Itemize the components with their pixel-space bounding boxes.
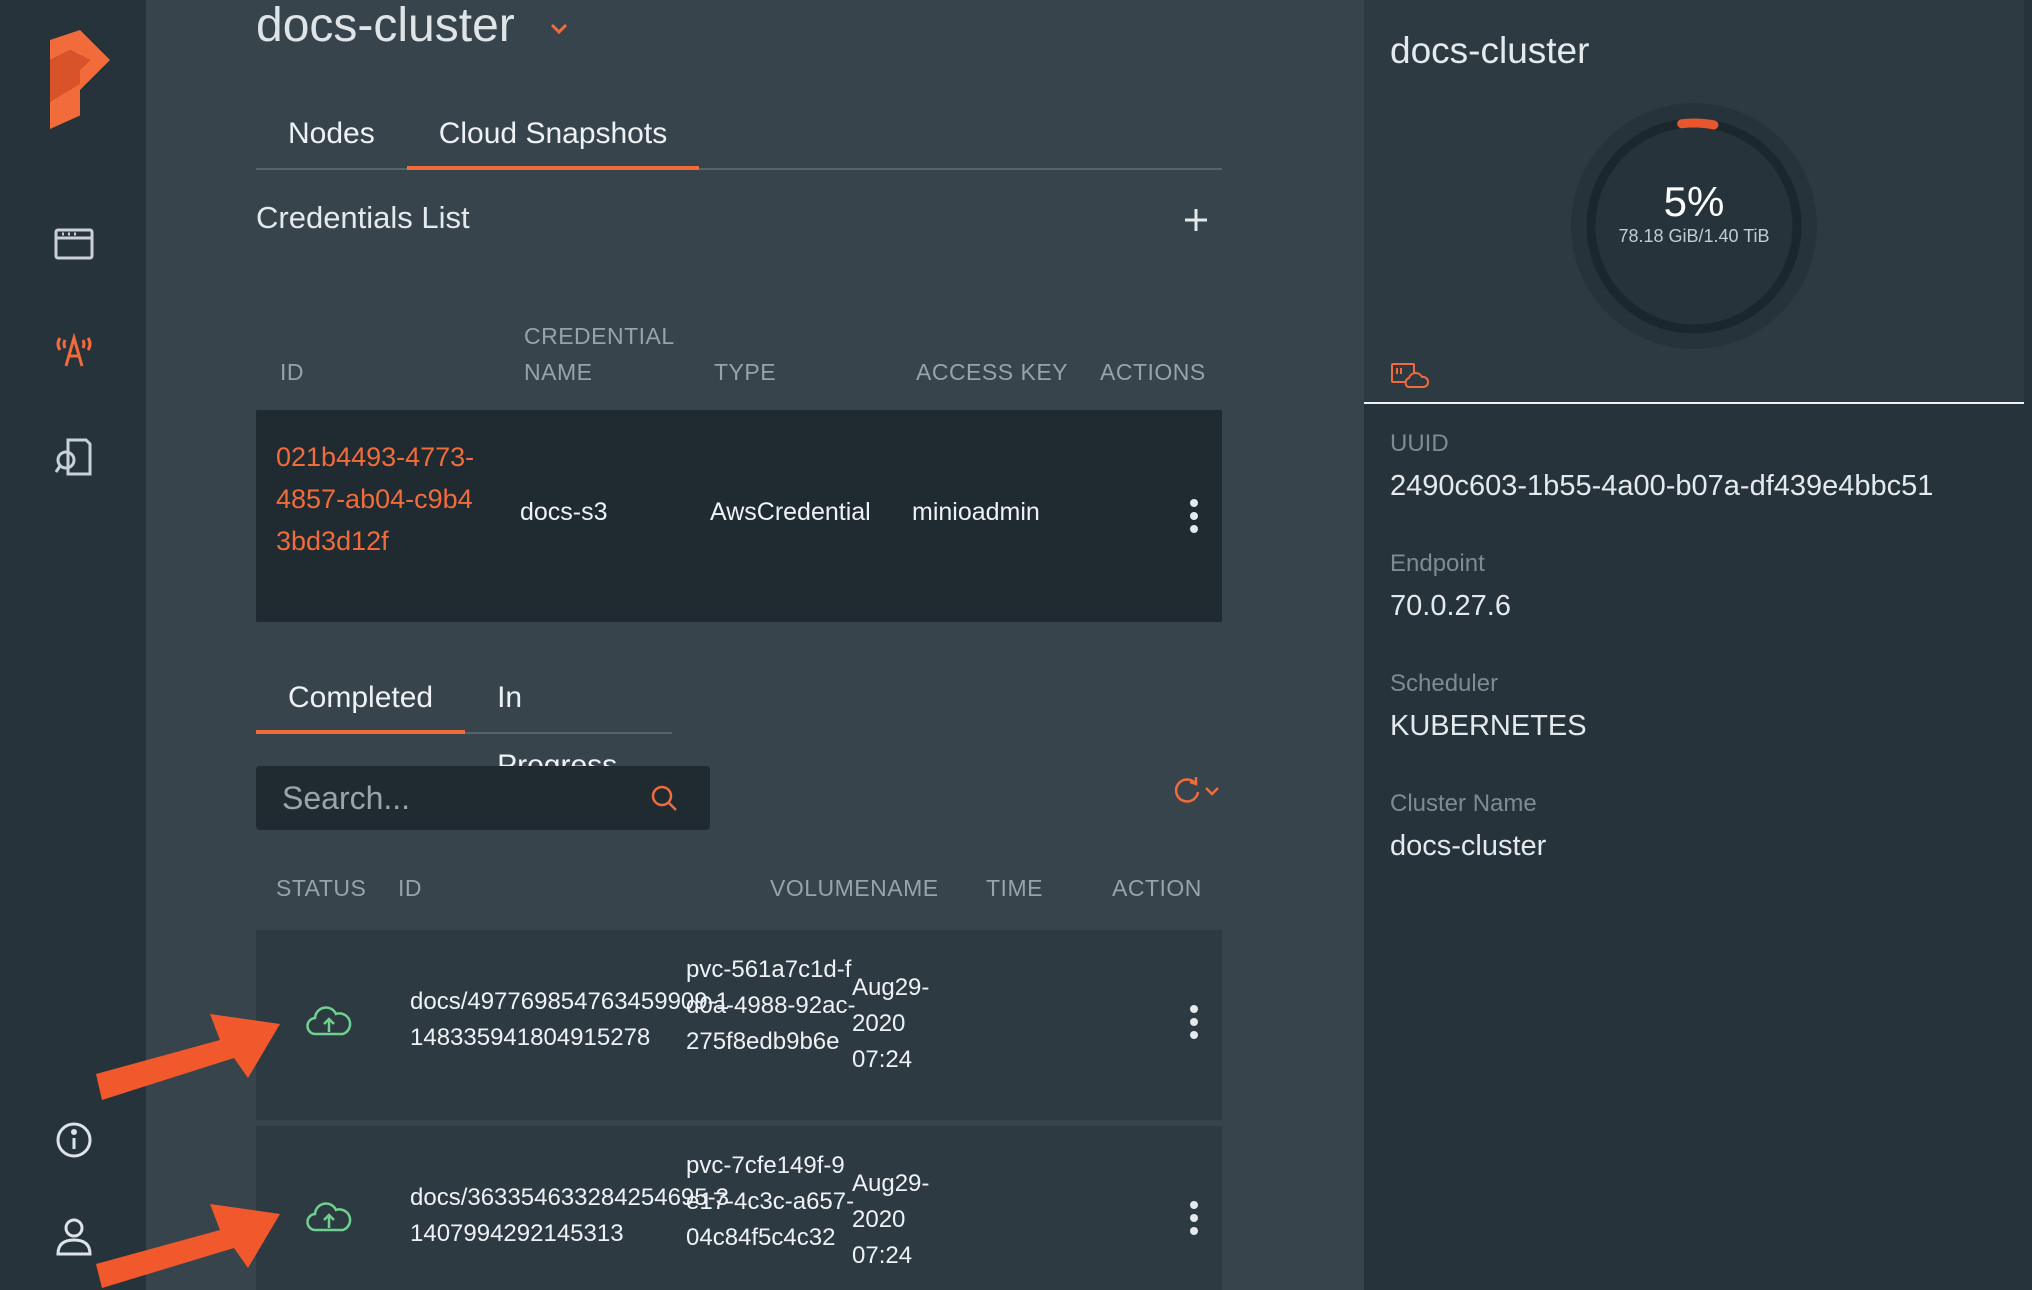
credential-actions-menu-icon[interactable] <box>1188 496 1200 536</box>
snapshot-id: docs/363354633284254695-3140799429214531… <box>410 1184 729 1247</box>
snapshot-id: docs/497769854763459909-1148335941804915… <box>410 988 729 1051</box>
snapshot-volume: pvc-561a7c1d-fd0a-4988-92ac-275f8edb9b6e <box>686 956 856 1055</box>
chevron-down-icon[interactable] <box>544 14 574 44</box>
scheduler-value: KUBERNETES <box>1390 710 1587 742</box>
cloud-storage-icon[interactable] <box>1390 360 1430 390</box>
snapshot-time: Aug29-2020 07:24 <box>852 974 930 1073</box>
endpoint-label: Endpoint <box>1390 550 1485 577</box>
scheduler-label: Scheduler <box>1390 670 1499 697</box>
add-credential-button[interactable] <box>1176 200 1216 240</box>
col-access-key: ACCESS KEY <box>916 359 1068 385</box>
snapshot-search-box <box>256 766 710 830</box>
cloud-upload-icon <box>306 1006 352 1036</box>
cluster-name-label: Cluster Name <box>1390 790 1537 817</box>
uuid-value: 2490c603-1b55-4a00-b07a-df439e4bbc51 <box>1390 470 1934 502</box>
col-credential-name-line2: NAME <box>524 359 593 385</box>
endpoint-value: 70.0.27.6 <box>1390 590 1511 622</box>
search-icon[interactable] <box>648 782 680 814</box>
snapshot-actions-menu-icon[interactable] <box>1188 1198 1200 1238</box>
snapshot-row[interactable]: docs/363354633284254695-3140799429214531… <box>256 1126 1222 1290</box>
usage-percent: 5% <box>1663 178 1725 225</box>
credential-row[interactable]: 021b4493-4773-4857-ab04-c9b43bd3d12f doc… <box>256 410 1222 622</box>
credentials-list-title: Credentials List <box>256 200 470 235</box>
tab-in-progress[interactable]: In Progress <box>465 664 672 782</box>
dashboard-icon[interactable] <box>46 216 102 272</box>
col-action: ACTION <box>1112 875 1202 901</box>
search-input[interactable] <box>256 766 636 830</box>
cluster-summary: docs-cluster 5% 78.18 GiB/1.40 TiB <box>1364 0 2024 404</box>
snapshot-row[interactable]: docs/497769854763459909-1148335941804915… <box>256 930 1222 1120</box>
info-icon[interactable] <box>46 1112 102 1168</box>
credential-name: docs-s3 <box>520 498 608 526</box>
annotation-arrow <box>96 1014 280 1100</box>
cluster-title[interactable]: docs-cluster <box>256 0 515 52</box>
cluster-antenna-icon[interactable] <box>46 322 102 378</box>
col-time: TIME <box>986 875 1043 901</box>
col-credential-name-line1: CREDENTIAL <box>524 323 675 349</box>
col-type: TYPE <box>714 359 777 385</box>
refresh-dropdown-button[interactable] <box>1168 770 1228 810</box>
credentials-table-header: ID CREDENTIAL NAME TYPE ACCESS KEY ACTIO… <box>256 314 1222 394</box>
tab-completed[interactable]: Completed <box>256 664 466 734</box>
col-actions: ACTIONS <box>1100 359 1206 385</box>
tab-cloud-snapshots[interactable]: Cloud Snapshots <box>406 100 700 170</box>
snapshot-time: Aug29-2020 07:24 <box>852 1170 930 1269</box>
panel-title: docs-cluster <box>1390 30 1590 71</box>
portworx-logo[interactable] <box>40 30 110 130</box>
snapshots-table-header: STATUS ID VOLUMENAME TIME ACTION <box>256 870 1222 910</box>
cluster-details-panel: docs-cluster 5% 78.18 GiB/1.40 TiB UUID … <box>1364 0 2032 1290</box>
documents-icon[interactable] <box>46 428 102 484</box>
col-id: ID <box>280 359 304 385</box>
usage-gauge-arc <box>1677 118 1719 130</box>
main-content: docs-cluster Nodes Cloud Snapshots Crede… <box>96 0 1364 1290</box>
cluster-name-value: docs-cluster <box>1390 830 1547 862</box>
credential-type: AwsCredential <box>710 498 871 526</box>
cluster-tabs: Nodes Cloud Snapshots <box>256 100 1222 170</box>
col-volumename: VOLUMENAME <box>770 875 939 901</box>
uuid-label: UUID <box>1390 430 1449 457</box>
cloud-upload-icon <box>306 1202 352 1232</box>
snapshot-actions-menu-icon[interactable] <box>1188 1002 1200 1042</box>
credential-access-key: minioadmin <box>912 498 1040 526</box>
snapshot-status-tabs: Completed In Progress <box>256 664 672 782</box>
col-snapshot-id: ID <box>398 875 422 901</box>
annotation-arrow <box>96 1204 280 1288</box>
snapshot-volume: pvc-7cfe149f-9e17-4c3c-a657-04c84f5c4c32 <box>686 1152 855 1251</box>
col-status: STATUS <box>276 875 367 901</box>
credential-id-link[interactable]: 021b4493-4773-4857-ab04-c9b43bd3d12f <box>276 436 486 562</box>
usage-capacity: 78.18 GiB/1.40 TiB <box>1618 226 1770 246</box>
tab-nodes[interactable]: Nodes <box>256 100 407 168</box>
